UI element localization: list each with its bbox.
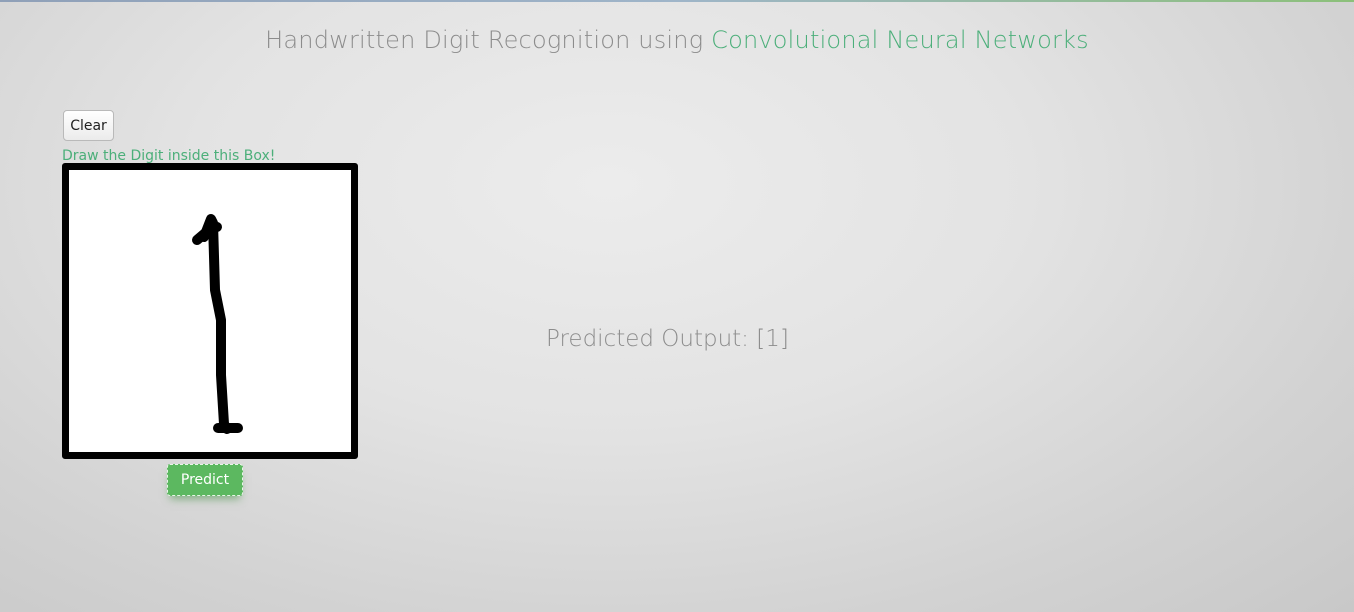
predict-button[interactable]: Predict (167, 464, 243, 496)
handwritten-digit-stroke (192, 214, 243, 434)
clear-button[interactable]: Clear (63, 110, 114, 141)
predicted-output-label: Predicted Output: (546, 326, 757, 352)
page-title: Handwritten Digit Recognition using Conv… (0, 26, 1354, 54)
title-prefix: Handwritten Digit Recognition using (265, 26, 712, 54)
draw-hint-label: Draw the Digit inside this Box! (62, 148, 276, 164)
title-accent: Convolutional Neural Networks (711, 26, 1089, 54)
digit-main-stroke (199, 214, 232, 434)
predicted-output-value: [1] (756, 326, 789, 352)
drawing-canvas[interactable] (62, 163, 358, 459)
top-accent-line (0, 0, 1354, 2)
predicted-output: Predicted Output: [1] (546, 326, 789, 352)
